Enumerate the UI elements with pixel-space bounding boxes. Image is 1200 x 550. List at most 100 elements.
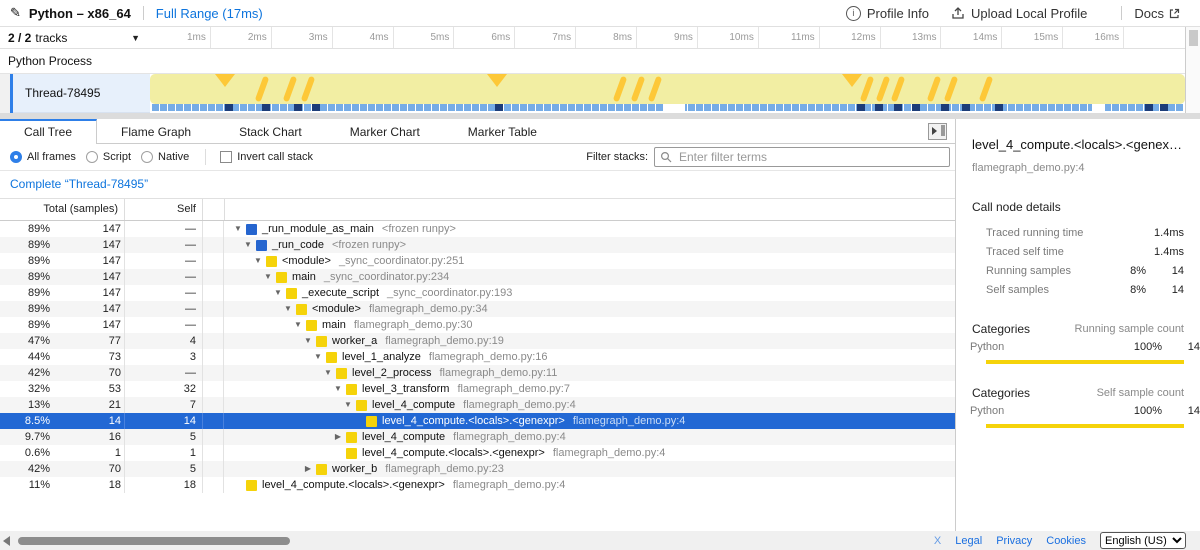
row-tree-cell: ▼_execute_script_sync_coordinator.py:193 <box>224 285 955 301</box>
tab-marker-table[interactable]: Marker Table <box>444 119 561 144</box>
total-samples-header[interactable]: Total (samples) <box>0 199 125 220</box>
self-header[interactable]: Self <box>125 199 203 220</box>
footer-close-link[interactable]: X <box>934 535 941 547</box>
function-name: main <box>292 269 316 285</box>
row-icon-column <box>203 429 224 445</box>
breadcrumb-complete-thread[interactable]: Complete “Thread-78495” <box>10 177 148 191</box>
thread-track-label[interactable]: Thread-78495 <box>13 74 150 113</box>
radio-native[interactable]: Native <box>141 151 189 163</box>
marker-slash-icon <box>631 76 646 102</box>
call-tree-rows: 89%147—▼_run_module_as_main<frozen runpy… <box>0 221 955 493</box>
profile-name[interactable]: Python – x86_64 <box>29 6 131 21</box>
table-row[interactable]: 89%147—▼<module>_sync_coordinator.py:251 <box>0 253 955 269</box>
row-self: — <box>125 221 203 237</box>
filter-stacks-input[interactable] <box>654 147 950 167</box>
function-name: level_1_analyze <box>342 349 421 365</box>
row-total-samples: 18 <box>50 477 125 493</box>
profile-info-button[interactable]: i Profile Info <box>846 6 929 21</box>
twisty-open-icon[interactable]: ▼ <box>233 221 243 237</box>
scroll-left-arrow-icon[interactable] <box>3 536 10 546</box>
table-row[interactable]: 11%1818level_4_compute.<locals>.<genexpr… <box>0 477 955 493</box>
category-square-icon <box>316 464 327 475</box>
table-row[interactable]: 8.5%1414level_4_compute.<locals>.<genexp… <box>0 413 955 429</box>
tracks-dropdown[interactable]: 2 / 2 tracks ▼ <box>0 27 150 48</box>
row-tree-cell: ▼level_4_computeflamegraph_demo.py:4 <box>224 397 955 413</box>
category-square-icon <box>336 368 347 379</box>
twisty-open-icon[interactable]: ▼ <box>293 317 303 333</box>
category-value: 14 <box>1162 338 1200 357</box>
function-location: flamegraph_demo.py:30 <box>354 317 473 333</box>
table-row[interactable]: 89%147—▼<module>flamegraph_demo.py:34 <box>0 301 955 317</box>
function-name: <module> <box>282 253 331 269</box>
language-select[interactable]: English (US) <box>1100 532 1186 549</box>
upload-profile-button[interactable]: Upload Local Profile <box>951 6 1087 21</box>
twisty-open-icon[interactable]: ▼ <box>313 349 323 365</box>
twisty-open-icon[interactable]: ▼ <box>273 285 283 301</box>
call-node-details-header: Call node details <box>972 200 1184 214</box>
twisty-open-icon[interactable]: ▼ <box>323 365 333 381</box>
category-color-bar <box>986 424 1184 428</box>
top-header: ✎ Python – x86_64 Full Range (17ms) i Pr… <box>0 0 1200 27</box>
info-icon: i <box>846 6 861 21</box>
function-location: flamegraph_demo.py:16 <box>429 349 548 365</box>
table-row[interactable]: 89%147—▼mainflamegraph_demo.py:30 <box>0 317 955 333</box>
table-row[interactable]: 89%147—▼_run_module_as_main<frozen runpy… <box>0 221 955 237</box>
sidebar-toggle-button[interactable] <box>928 123 947 140</box>
footer-link-legal[interactable]: Legal <box>955 535 982 547</box>
sidebar-categories: CategoriesRunning sample countPython100%… <box>956 320 1200 428</box>
function-location: flamegraph_demo.py:34 <box>369 301 488 317</box>
invert-call-stack-checkbox[interactable]: Invert call stack <box>220 151 313 163</box>
function-location: flamegraph_demo.py:23 <box>385 461 504 477</box>
thread-track-canvas[interactable] <box>150 74 1185 113</box>
timeline-scrollbar-thumb[interactable] <box>1189 30 1198 46</box>
track-python-process[interactable]: Python Process <box>0 49 1200 74</box>
twisty-open-icon[interactable]: ▼ <box>263 269 273 285</box>
table-row[interactable]: 13%217▼level_4_computeflamegraph_demo.py… <box>0 397 955 413</box>
twisty-open-icon[interactable]: ▼ <box>343 397 353 413</box>
twisty-open-icon[interactable]: ▼ <box>243 237 253 253</box>
marker-triangle-icon <box>842 74 862 87</box>
table-row[interactable]: 89%147—▼_execute_script_sync_coordinator… <box>0 285 955 301</box>
radio-all-frames[interactable]: All frames <box>10 151 76 163</box>
table-row[interactable]: 89%147—▼main_sync_coordinator.py:234 <box>0 269 955 285</box>
table-row[interactable]: 0.6%11level_4_compute.<locals>.<genexpr>… <box>0 445 955 461</box>
timeline-scrollbar[interactable] <box>1185 27 1200 113</box>
function-name: level_4_compute.<locals>.<genexpr> <box>262 477 445 493</box>
table-row[interactable]: 32%5332▼level_3_transformflamegraph_demo… <box>0 381 955 397</box>
tab-marker-chart[interactable]: Marker Chart <box>326 119 444 144</box>
tab-flame-graph[interactable]: Flame Graph <box>97 119 215 144</box>
twisty-closed-icon[interactable]: ▶ <box>333 429 343 445</box>
table-row[interactable]: 42%70—▼level_2_processflamegraph_demo.py… <box>0 365 955 381</box>
twisty-closed-icon[interactable]: ▶ <box>303 461 313 477</box>
table-header: Total (samples) Self <box>0 199 955 221</box>
full-range-button[interactable]: Full Range (17ms) <box>156 6 263 21</box>
twisty-open-icon[interactable]: ▼ <box>303 333 313 349</box>
table-row[interactable]: 47%774▼worker_aflamegraph_demo.py:19 <box>0 333 955 349</box>
footer-link-privacy[interactable]: Privacy <box>996 535 1032 547</box>
table-row[interactable]: 44%733▼level_1_analyzeflamegraph_demo.py… <box>0 349 955 365</box>
edit-pencil-icon[interactable]: ✎ <box>10 5 21 21</box>
horizontal-scrollbar-thumb[interactable] <box>18 537 290 545</box>
tab-stack-chart[interactable]: Stack Chart <box>215 119 326 144</box>
track-thread[interactable]: Thread-78495 <box>0 74 1200 113</box>
footer-link-cookies[interactable]: Cookies <box>1046 535 1086 547</box>
row-tree-cell: ▼ level_1_analyze flamegraph_demo.py:16 <box>224 349 955 365</box>
docs-link[interactable]: Docs <box>1134 6 1186 21</box>
twisty-open-icon[interactable]: ▼ <box>253 253 263 269</box>
category-color-bar <box>986 360 1184 364</box>
radio-script[interactable]: Script <box>86 151 131 163</box>
row-tree-cell: ▼level_2_processflamegraph_demo.py:11 <box>224 365 955 381</box>
row-tree-cell: level_4_compute.<locals>.<genexpr>flameg… <box>224 413 955 429</box>
row-self: — <box>125 317 203 333</box>
detail-percent: 8% <box>1104 281 1146 300</box>
call-tree-panel: Call TreeFlame GraphStack ChartMarker Ch… <box>0 119 955 531</box>
table-row[interactable]: 42%705▶worker_bflamegraph_demo.py:23 <box>0 461 955 477</box>
table-row[interactable]: 89%147—▼_run_code<frozen runpy> <box>0 237 955 253</box>
twisty-open-icon[interactable]: ▼ <box>333 381 343 397</box>
detail-label: Self samples <box>972 281 1104 300</box>
sidebar-toggle-arrow-icon <box>932 127 937 135</box>
tab-call-tree[interactable]: Call Tree <box>0 119 97 144</box>
twisty-open-icon[interactable]: ▼ <box>283 301 293 317</box>
category-square-icon <box>266 256 277 267</box>
table-row[interactable]: 9.7%165▶level_4_computeflamegraph_demo.p… <box>0 429 955 445</box>
